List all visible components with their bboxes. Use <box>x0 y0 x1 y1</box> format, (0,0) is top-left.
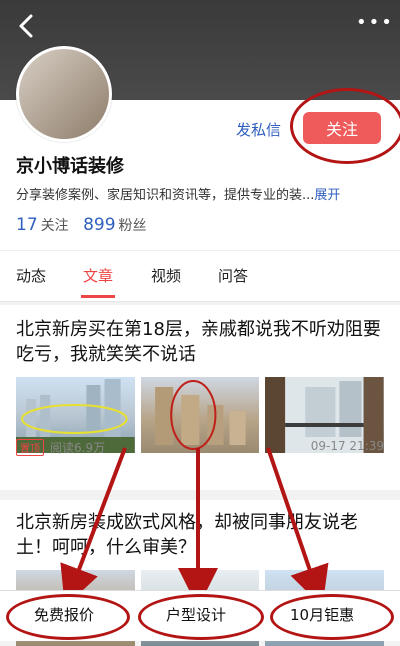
article-title[interactable]: 北京新房装成欧式风格，却被同事朋友说老土！呵呵，什么审美？ <box>16 510 384 560</box>
bottom-action-bar: 免费报价 户型设计 10月钜惠 <box>0 590 400 641</box>
publish-time: 09-17 21:39 <box>310 439 384 453</box>
send-message-link[interactable]: 发私信 <box>236 119 281 140</box>
active-tab-indicator <box>81 295 115 298</box>
account-description: 分享装修案例、家居知识和资讯等，提供专业的装...展开 <box>16 184 386 203</box>
follow-button-label: 关注 <box>325 120 358 139</box>
more-dots-icon[interactable]: ••• <box>356 14 392 32</box>
pinned-badge: 置顶 <box>16 439 44 456</box>
follow-button[interactable]: 关注 <box>303 112 381 144</box>
article-card[interactable]: 北京新房买在第18层，亲戚都说我不听劝阻要吃亏，我就笑笑不说话 置顶 阅读6.9… <box>0 305 400 490</box>
fans-label: 粉丝 <box>118 218 147 234</box>
expand-link[interactable]: 展开 <box>314 188 340 203</box>
following-label: 关注 <box>40 218 69 234</box>
back-arrow-icon[interactable] <box>14 12 42 40</box>
article-title[interactable]: 北京新房买在第18层，亲戚都说我不听劝阻要吃亏，我就笑笑不说话 <box>16 317 384 367</box>
tab-videos[interactable]: 视频 <box>151 265 181 286</box>
content-tabs: 动态 文章 视频 问答 <box>0 250 400 302</box>
read-count: 阅读6.9万 <box>50 441 106 455</box>
tab-qa[interactable]: 问答 <box>218 265 248 286</box>
account-name: 京小博话装修 <box>16 156 124 177</box>
account-stats: 17 关注 899 粉丝 <box>16 215 147 235</box>
fans-count[interactable]: 899 <box>83 215 115 235</box>
free-quote-button[interactable]: 免费报价 <box>34 604 94 625</box>
avatar[interactable] <box>16 46 112 142</box>
description-text: 分享装修案例、家居知识和资讯等，提供专业的装... <box>16 188 315 203</box>
tab-articles[interactable]: 文章 <box>83 265 113 286</box>
following-count[interactable]: 17 <box>16 215 38 235</box>
article-meta: 置顶 阅读6.9万 09-17 21:39 <box>16 439 384 456</box>
tab-dynamic[interactable]: 动态 <box>16 265 46 286</box>
october-deals-button[interactable]: 10月钜惠 <box>290 604 354 625</box>
floor-plan-design-button[interactable]: 户型设计 <box>166 604 226 625</box>
